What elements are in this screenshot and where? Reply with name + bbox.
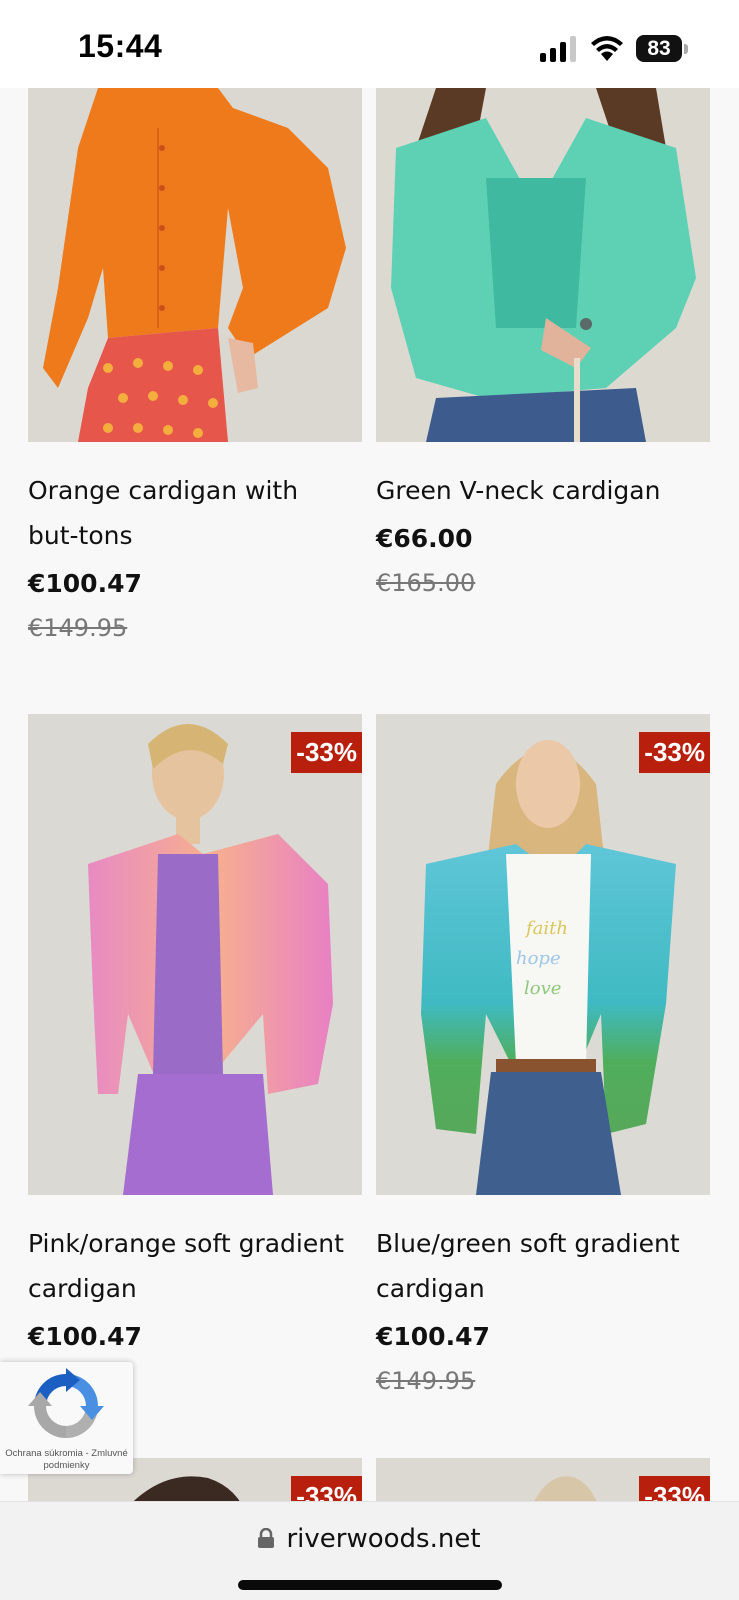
discount-badge: -33% [291, 732, 362, 773]
product-image[interactable] [28, 88, 362, 442]
signal-icon [540, 36, 576, 62]
product-price: €100.47 [28, 1322, 142, 1351]
product-title[interactable]: Green V-neck cardigan [376, 468, 710, 513]
recaptcha-links[interactable]: Ochrana súkromia - Zmluvné podmienky [2, 1448, 131, 1472]
product-card[interactable]: faith hope love -33% Blue/green soft gra… [376, 714, 710, 1401]
status-time: 15:44 [78, 28, 163, 64]
product-image[interactable]: faith hope love -33% [376, 714, 710, 1195]
product-price: €66.00 [376, 524, 473, 553]
product-old-price: €149.95 [376, 1367, 476, 1395]
product-price: €100.47 [28, 569, 142, 598]
svg-text:hope: hope [516, 948, 561, 969]
product-old-price: €165.00 [376, 569, 476, 597]
home-indicator[interactable] [238, 1580, 502, 1590]
lock-icon [258, 1528, 275, 1548]
product-title[interactable]: Orange cardigan with but-tons [28, 468, 362, 558]
product-price: €100.47 [376, 1322, 490, 1351]
product-old-price: €149.95 [28, 614, 128, 642]
product-grid: Orange cardigan with but-tons €100.47 €1… [0, 0, 739, 1600]
wifi-icon [591, 36, 623, 61]
status-bar: 15:44 83 [0, 0, 739, 88]
browser-address-bar[interactable]: riverwoods.net [0, 1501, 739, 1600]
url-text[interactable]: riverwoods.net [286, 1524, 480, 1554]
recaptcha-badge[interactable]: Ochrana súkromia - Zmluvné podmienky [0, 1362, 133, 1474]
product-title[interactable]: Blue/green soft gradient cardigan [376, 1221, 710, 1311]
recaptcha-icon [28, 1368, 104, 1438]
url-display[interactable]: riverwoods.net [0, 1524, 739, 1554]
product-image[interactable] [376, 88, 710, 442]
product-image[interactable]: -33% [28, 714, 362, 1195]
product-title[interactable]: Pink/orange soft gradient cardigan [28, 1221, 362, 1311]
discount-badge: -33% [639, 732, 710, 773]
battery-level: 83 [636, 35, 682, 62]
svg-text:love: love [524, 978, 561, 999]
product-card[interactable]: -33% Pink/orange soft gradient cardigan … [28, 714, 362, 1357]
svg-text:faith: faith [524, 918, 568, 939]
product-card[interactable]: Green V-neck cardigan €66.00 €165.00 [376, 88, 710, 603]
battery-cap [684, 44, 688, 54]
product-card[interactable]: Orange cardigan with but-tons €100.47 €1… [28, 88, 362, 648]
battery-icon: 83 [636, 35, 688, 62]
